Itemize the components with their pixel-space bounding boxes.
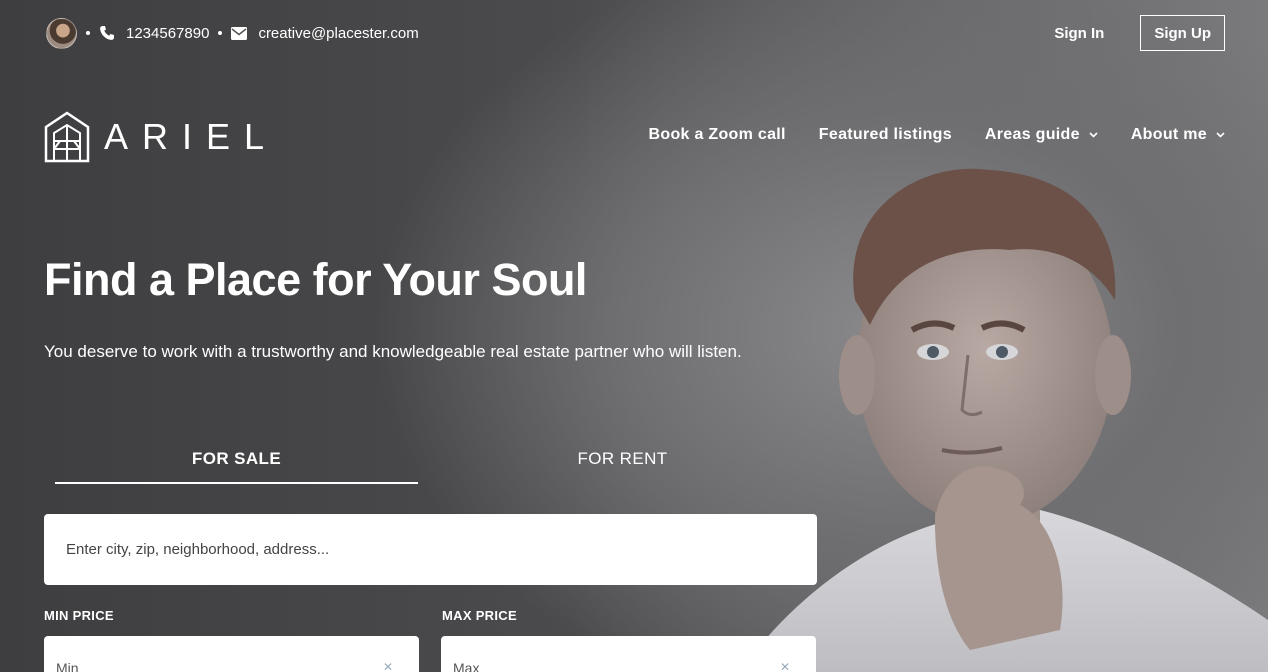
max-price-value: Max: [453, 660, 480, 672]
nav-item-label: About me: [1130, 126, 1207, 143]
phone-number: 1234567890: [126, 24, 210, 42]
logo-house-icon: [44, 111, 90, 163]
min-price-label: MIN PRICE: [44, 608, 114, 623]
nav-item-featured-listings[interactable]: Featured listings: [819, 126, 952, 144]
nav-item-label: Featured listings: [818, 126, 952, 143]
main-nav-row: ARIEL Book a Zoom call Featured listings…: [44, 110, 1225, 164]
nav-item-label: Areas guide: [984, 126, 1080, 143]
avatar: [46, 17, 77, 49]
mail-icon: [231, 26, 248, 40]
min-price-select[interactable]: Min ✕: [44, 636, 419, 672]
max-price-label: MAX PRICE: [442, 608, 517, 623]
hero-title: Find a Place for Your Soul: [44, 254, 587, 305]
hero-section: 1234567890 creative@placester.com Sign I…: [0, 0, 1268, 672]
sign-up-button[interactable]: Sign Up: [1140, 15, 1225, 51]
agent-portrait: [740, 168, 1268, 672]
tab-for-rent[interactable]: FOR RENT: [441, 449, 804, 484]
clear-icon[interactable]: ✕: [780, 660, 790, 672]
nav-item-book-zoom[interactable]: Book a Zoom call: [649, 126, 786, 144]
email-contact[interactable]: creative@placester.com: [231, 24, 419, 42]
logo-text: ARIEL: [104, 116, 279, 157]
clear-icon[interactable]: ✕: [383, 660, 393, 672]
separator-dot: [86, 31, 90, 35]
chevron-down-icon: [1089, 132, 1098, 138]
phone-icon: [100, 26, 114, 40]
hero-subtitle: You deserve to work with a trustworthy a…: [44, 342, 742, 361]
nav-item-about-me[interactable]: About me: [1131, 126, 1225, 144]
top-bar: 1234567890 creative@placester.com Sign I…: [46, 15, 1225, 51]
chevron-down-icon: [1216, 132, 1225, 138]
nav-item-areas-guide[interactable]: Areas guide: [985, 126, 1098, 144]
search-input[interactable]: [44, 514, 817, 585]
nav-item-label: Book a Zoom call: [648, 126, 786, 143]
search-tabs: FOR SALE FOR RENT: [55, 449, 815, 484]
email-address: creative@placester.com: [258, 24, 419, 42]
sign-in-link[interactable]: Sign In: [1054, 25, 1104, 42]
tab-for-sale[interactable]: FOR SALE: [55, 449, 418, 484]
auth-links: Sign In Sign Up: [1054, 15, 1225, 51]
separator-dot: [218, 31, 223, 35]
phone-contact[interactable]: 1234567890: [99, 25, 209, 42]
primary-nav: Book a Zoom call Featured listings Areas…: [616, 126, 1225, 144]
min-price-value: Min: [56, 660, 79, 672]
logo[interactable]: ARIEL: [44, 111, 278, 163]
max-price-select[interactable]: Max ✕: [441, 636, 816, 672]
